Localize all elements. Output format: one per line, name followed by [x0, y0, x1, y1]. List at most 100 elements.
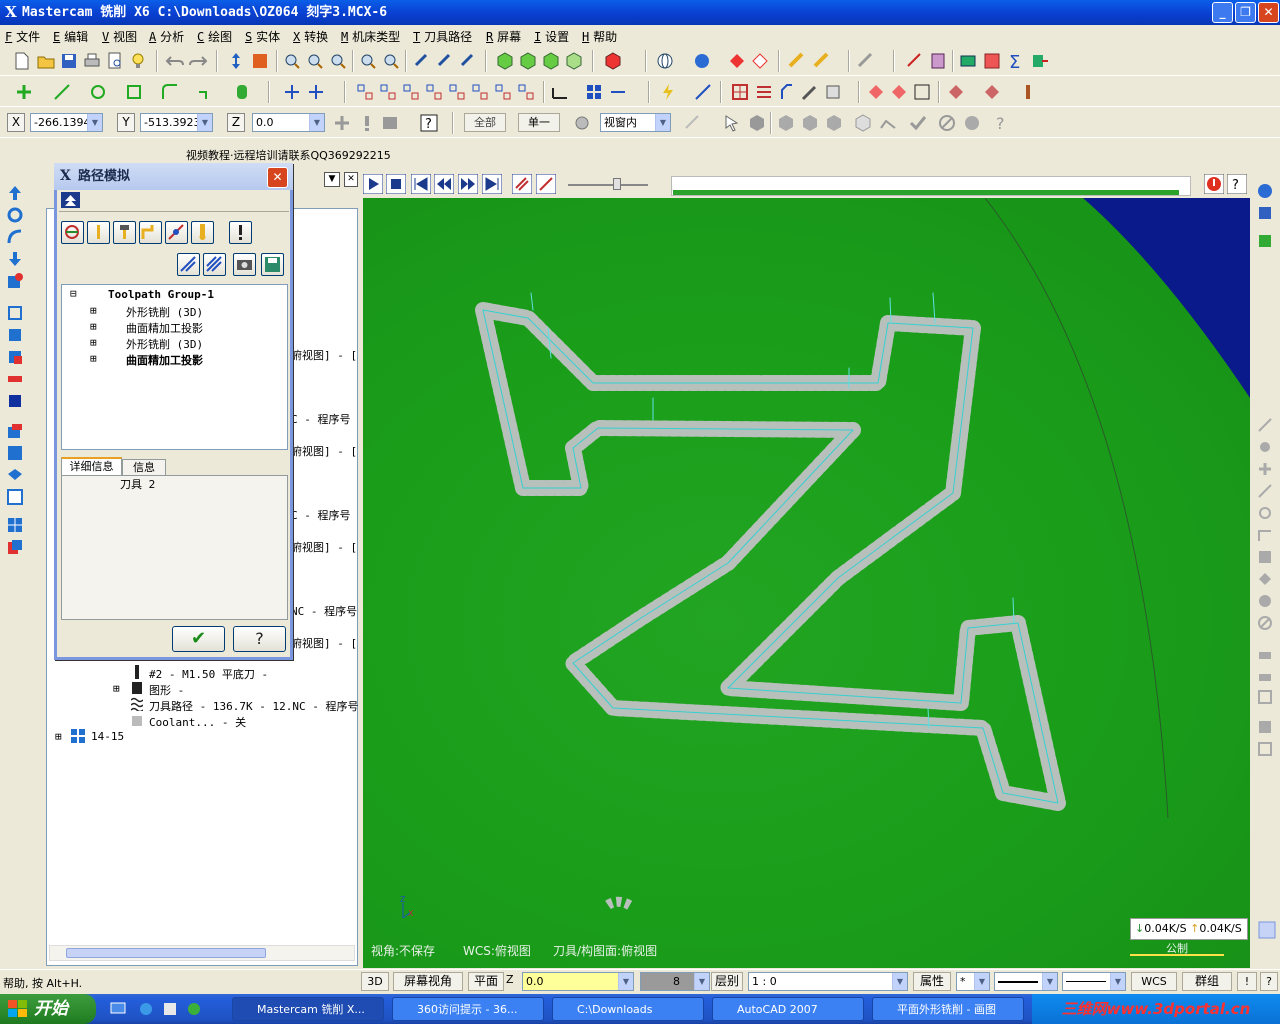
gray-tool-12-icon[interactable]: [1256, 666, 1274, 684]
zoom-out-icon[interactable]: [358, 51, 378, 71]
tree-item-3[interactable]: 外形铣削 (3D): [126, 336, 203, 352]
alert-button[interactable]: !: [1237, 972, 1257, 991]
help-question-icon[interactable]: ?: [419, 113, 439, 133]
step-back-icon[interactable]: [434, 174, 454, 194]
table-icon[interactable]: [730, 82, 750, 102]
x-coord-input[interactable]: -266.1394 ▼: [30, 113, 103, 132]
play-icon[interactable]: [363, 174, 383, 194]
tree-item-expander-3[interactable]: ⊞: [90, 336, 97, 349]
zoom-window-icon[interactable]: [282, 51, 302, 71]
select-all-button[interactable]: 全部: [464, 113, 506, 132]
selection-mode-select[interactable]: 视窗内 ▼: [600, 113, 671, 132]
tray-expand-icon[interactable]: [1258, 921, 1276, 939]
xform-rotate-icon[interactable]: [306, 82, 326, 102]
graphics-viewport[interactable]: Z X 视角:不保存 WCS:俯视图 刀具/构图面:俯视图 ↓0.04K/S ↑…: [363, 198, 1250, 968]
front-view-icon[interactable]: [541, 51, 561, 71]
project-icon[interactable]: [470, 82, 490, 102]
globe-icon[interactable]: [655, 51, 675, 71]
verify-icon[interactable]: [905, 51, 925, 71]
z-depth-input[interactable]: 0.0 ▼: [522, 972, 634, 991]
gray-tool-15-icon[interactable]: [1256, 740, 1274, 758]
check-select-icon[interactable]: [908, 113, 928, 133]
menu-settings[interactable]: I 设置: [534, 28, 569, 45]
gray-tool-11-icon[interactable]: [1256, 644, 1274, 662]
menu-view[interactable]: V 视图: [102, 28, 137, 45]
selection-gear-icon[interactable]: [572, 113, 592, 133]
dialog-holder-button[interactable]: [113, 221, 136, 244]
solid-select-a-icon[interactable]: [776, 113, 796, 133]
list-icon[interactable]: [754, 82, 774, 102]
break-icon[interactable]: [823, 82, 843, 102]
outline-shading-icon[interactable]: [750, 51, 770, 71]
quicklaunch-360-icon[interactable]: [186, 1001, 202, 1017]
line-icon[interactable]: [52, 82, 72, 102]
menu-xform[interactable]: X 转换: [293, 28, 328, 45]
gray-tool-14-icon[interactable]: [1256, 718, 1274, 736]
gray-tool-3-icon[interactable]: [1256, 460, 1274, 478]
shading-icon[interactable]: [727, 51, 747, 71]
menu-screen[interactable]: R 屏幕: [486, 28, 521, 45]
tree-item-expander-4[interactable]: ⊞: [90, 352, 97, 365]
mode-3d-button[interactable]: 3D: [361, 972, 389, 991]
select-single-button[interactable]: 单一: [518, 113, 560, 132]
dialog-save-button[interactable]: [261, 253, 284, 276]
gray-tool-7-icon[interactable]: [1256, 548, 1274, 566]
save-icon[interactable]: [59, 51, 79, 71]
tree-root-label[interactable]: Toolpath Group-1: [108, 288, 214, 301]
redraw-icon[interactable]: [6, 206, 24, 224]
tree-item-2[interactable]: 曲面精加工投影: [126, 320, 203, 336]
modify-b-icon[interactable]: [889, 82, 909, 102]
sim-help-icon[interactable]: ?: [1227, 174, 1247, 194]
zoom-in-icon[interactable]: [328, 51, 348, 71]
gray-tool-2-icon[interactable]: [1256, 438, 1274, 456]
close-button[interactable]: ✕: [1258, 2, 1279, 23]
plane-button[interactable]: 平面: [468, 972, 504, 991]
color-select[interactable]: 8 ▼: [640, 972, 710, 991]
fillet-icon[interactable]: [160, 82, 180, 102]
speed-slider-track[interactable]: [568, 184, 648, 186]
dialog-tool-button[interactable]: [87, 221, 110, 244]
menu-analyze[interactable]: A 分析: [149, 28, 184, 45]
dialog-endpoint-button[interactable]: [165, 221, 188, 244]
gray-tool-6-icon[interactable]: [1256, 526, 1274, 544]
screen-view-button[interactable]: 屏幕视角: [393, 972, 463, 991]
undo-icon[interactable]: [165, 51, 185, 71]
cube-red-icon[interactable]: [6, 422, 24, 440]
dialog-close-button[interactable]: ✕: [267, 167, 288, 188]
tree-root-expander[interactable]: ⊟: [70, 287, 77, 300]
offset-icon[interactable]: [378, 82, 398, 102]
solid-b-icon[interactable]: [982, 82, 1002, 102]
x-coord-label[interactable]: X: [7, 113, 25, 132]
dark-box-icon[interactable]: [6, 392, 24, 410]
trim-icon[interactable]: [196, 82, 216, 102]
solid-select-c-icon[interactable]: [824, 113, 844, 133]
start-button[interactable]: 开始: [0, 994, 96, 1024]
sum-icon[interactable]: Σ: [1005, 51, 1025, 71]
wireframe-cube-icon[interactable]: [603, 51, 623, 71]
attribute-button[interactable]: 属性: [913, 972, 951, 991]
zoom-target-icon[interactable]: [305, 51, 325, 71]
tree-item-expander-1[interactable]: ⊞: [90, 304, 97, 317]
tree-item-4[interactable]: 曲面精加工投影: [126, 352, 203, 368]
lightning-icon[interactable]: [658, 82, 678, 102]
task-downloads[interactable]: C:\Downloads: [552, 997, 704, 1021]
roll-icon[interactable]: [516, 82, 536, 102]
fit-icon[interactable]: [250, 51, 270, 71]
gray-tool-8-icon[interactable]: [1256, 570, 1274, 588]
globe-small-icon[interactable]: [1256, 182, 1274, 200]
grid-view-icon[interactable]: [6, 516, 24, 534]
gray-tool-13-icon[interactable]: [1256, 688, 1274, 706]
menu-file[interactable]: F 文件: [5, 28, 40, 45]
light-bulb-icon[interactable]: [128, 51, 148, 71]
no-select-icon[interactable]: [937, 113, 957, 133]
menu-toolpaths[interactable]: T 刀具路径: [413, 28, 472, 45]
point-style-select[interactable]: * ▼: [956, 972, 990, 991]
restore-button[interactable]: ❐: [1235, 2, 1256, 23]
panel-close-button[interactable]: ✕: [344, 172, 358, 187]
solid-c-icon[interactable]: [1018, 82, 1038, 102]
tree-item-expander-2[interactable]: ⊞: [90, 320, 97, 333]
unzoom-icon[interactable]: [458, 51, 478, 71]
layer-red-icon[interactable]: [6, 348, 24, 366]
rectangle-icon[interactable]: [124, 82, 144, 102]
select-cube-icon[interactable]: [747, 113, 767, 133]
